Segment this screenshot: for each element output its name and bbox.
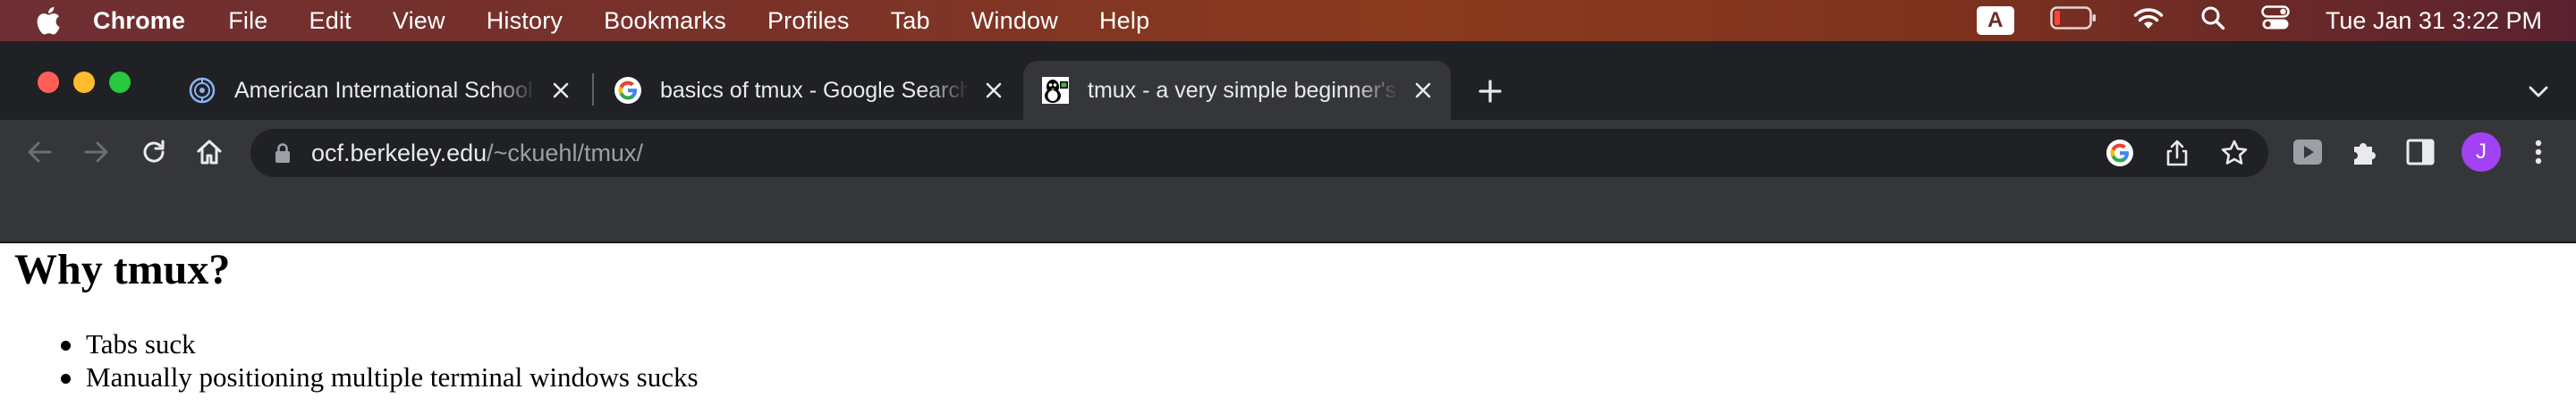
bookmarks-bar-area xyxy=(0,184,2576,243)
list-item: Tabs suck xyxy=(61,327,699,360)
menu-bar-clock[interactable]: Tue Jan 31 3:22 PM xyxy=(2326,7,2542,35)
macos-menu-bar: Chrome File Edit View History Bookmarks … xyxy=(0,0,2576,41)
tab-strip: American International School of basics … xyxy=(0,41,2576,120)
school-icon xyxy=(188,76,216,105)
menu-window[interactable]: Window xyxy=(971,7,1058,35)
tab-title: basics of tmux - Google Search xyxy=(660,77,970,103)
menu-profiles[interactable]: Profiles xyxy=(767,7,850,35)
back-icon[interactable] xyxy=(21,134,57,170)
lock-icon[interactable] xyxy=(274,142,292,164)
menu-file[interactable]: File xyxy=(228,7,267,35)
page-content: Why tmux? Tabs suck Manually positioning… xyxy=(0,243,2576,415)
input-source-badge[interactable]: A xyxy=(1976,6,2014,35)
reload-icon[interactable] xyxy=(136,134,172,170)
tab-title: tmux - a very simple beginner's xyxy=(1088,77,1397,103)
puzzle-icon[interactable] xyxy=(2347,134,2383,170)
menu-history[interactable]: History xyxy=(487,7,563,35)
menu-tab[interactable]: Tab xyxy=(891,7,930,35)
menu-app-name[interactable]: Chrome xyxy=(93,7,185,35)
more-icon[interactable] xyxy=(2521,134,2556,170)
menu-help[interactable]: Help xyxy=(1099,7,1149,35)
forward-icon[interactable] xyxy=(79,134,114,170)
tab-tmux-beginner-guide[interactable]: tmux - a very simple beginner's xyxy=(1023,61,1451,120)
page-heading: Why tmux? xyxy=(14,246,231,293)
tab-close-icon[interactable] xyxy=(979,75,1009,106)
tab-close-icon[interactable] xyxy=(1408,75,1438,106)
tab-search-chevron-down-icon[interactable] xyxy=(2524,77,2553,106)
address-bar[interactable]: ocf.berkeley.edu/~ckuehl/tmux/ xyxy=(250,129,2268,177)
tab-title: American International School of xyxy=(234,77,537,103)
url-host: ocf.berkeley.edu xyxy=(311,140,487,166)
url-text[interactable]: ocf.berkeley.edu/~ckuehl/tmux/ xyxy=(311,140,643,167)
menu-bookmarks[interactable]: Bookmarks xyxy=(604,7,726,35)
penguin-icon xyxy=(1041,76,1070,105)
menu-view[interactable]: View xyxy=(393,7,445,35)
menu-edit[interactable]: Edit xyxy=(309,7,352,35)
control-center-icon[interactable] xyxy=(2261,4,2290,37)
apple-icon[interactable] xyxy=(34,5,61,36)
spotlight-search-icon[interactable] xyxy=(2200,5,2225,37)
battery-icon[interactable] xyxy=(2050,5,2097,36)
bookmark-star-icon[interactable] xyxy=(2220,139,2249,167)
extension-icon[interactable] xyxy=(2290,134,2326,170)
share-icon[interactable] xyxy=(2163,139,2191,167)
google-icon xyxy=(614,76,642,105)
window-close-button[interactable] xyxy=(38,72,59,93)
tab-basics-of-tmux-google-search[interactable]: basics of tmux - Google Search xyxy=(597,61,1021,120)
home-icon[interactable] xyxy=(191,134,227,170)
tab-american-international-school[interactable]: American International School of xyxy=(172,61,589,120)
bullet-list: Tabs suck Manually positioning multiple … xyxy=(61,327,699,394)
new-tab-icon[interactable] xyxy=(1474,75,1506,107)
google-lens-icon[interactable] xyxy=(2106,139,2134,167)
url-path: /~ckuehl/tmux/ xyxy=(487,140,643,166)
list-item: Manually positioning multiple terminal w… xyxy=(61,361,699,393)
wifi-icon[interactable] xyxy=(2132,5,2165,37)
tab-close-icon[interactable] xyxy=(546,75,576,106)
browser-toolbar: ocf.berkeley.edu/~ckuehl/tmux/ J xyxy=(0,120,2576,184)
tab-separator xyxy=(592,73,594,106)
profile-avatar[interactable]: J xyxy=(2462,132,2501,172)
window-minimize-button[interactable] xyxy=(73,72,95,93)
side-panel-icon[interactable] xyxy=(2402,134,2438,170)
menu-bar-status-area: A Tue Jan 31 3:22 PM xyxy=(1941,0,2542,41)
window-zoom-button[interactable] xyxy=(109,72,131,93)
